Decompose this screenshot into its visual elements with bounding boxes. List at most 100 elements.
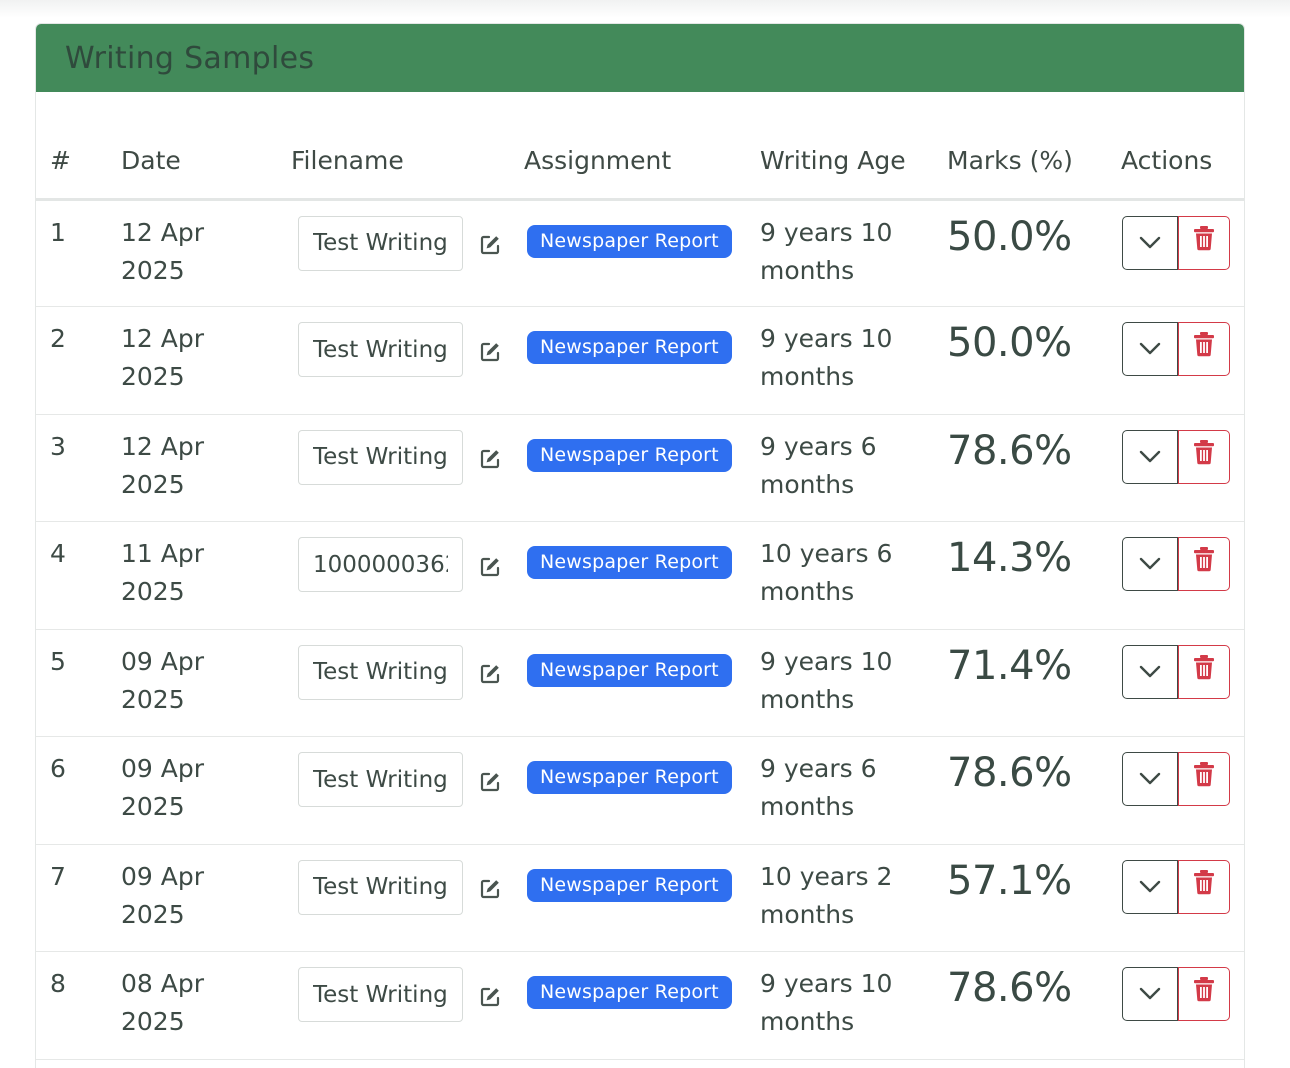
row-actions-cell [1107,844,1244,952]
row-actions-cell [1107,306,1244,415]
delete-button[interactable] [1178,322,1230,376]
filename-input[interactable] [298,429,463,485]
row-assignment-cell: Newspaper Report [509,951,752,1060]
assignment-badge: Newspaper Report [527,653,732,687]
filename-input[interactable] [298,215,463,271]
filename-input[interactable] [298,859,463,915]
marks-value: 78.6% [947,965,1072,1011]
filename-input[interactable] [298,644,463,700]
edit-icon[interactable] [477,446,503,472]
action-button-group [1122,859,1243,914]
trash-icon [1193,975,1215,1013]
assignment-badge: Newspaper Report [527,976,732,1009]
row-filename-cell [276,199,509,307]
action-button-group [1122,967,1243,1021]
expand-button[interactable] [1122,859,1178,914]
marks-value: 14.3% [947,535,1072,581]
row-writing-age: 10 years 2 months [752,844,930,952]
row-date: 08 Apr 2025 [106,951,276,1060]
edit-icon[interactable] [477,876,503,902]
row-marks-cell: 78.6% [930,414,1107,522]
action-button-group [1122,644,1243,699]
table-row: 6 09 Apr 2025 Newspaper Report 9 years 6… [36,736,1244,845]
edit-icon[interactable] [477,232,503,258]
delete-button[interactable] [1178,859,1230,914]
row-marks-cell: 50.0% [930,199,1107,307]
trash-icon [1193,438,1215,476]
header-date: Date [106,92,276,201]
header-marks: Marks (%) [930,92,1107,201]
chevron-down-icon [1138,868,1162,906]
trash-icon [1193,868,1215,906]
row-assignment-cell: Newspaper Report [509,736,752,845]
filename-input[interactable] [298,752,463,807]
trash-icon [1193,760,1215,798]
header-filename: Filename [276,92,509,201]
delete-button[interactable] [1178,537,1230,591]
row-writing-age: 10 years 6 months [752,521,930,630]
row-marks-cell: 78.6% [930,736,1107,845]
delete-button[interactable] [1178,429,1230,484]
row-date: 12 Apr 2025 [106,414,276,522]
table-row: 8 08 Apr 2025 Newspaper Report 9 years 1… [36,951,1244,1060]
table-row: 3 12 Apr 2025 Newspaper Report 9 years 6… [36,414,1244,522]
row-date: 12 Apr 2025 [106,199,276,307]
delete-button[interactable] [1178,215,1230,270]
row-number: 7 [36,844,106,952]
action-button-group [1122,322,1243,376]
assignment-badge: Newspaper Report [527,868,732,902]
row-number: 5 [36,629,106,737]
action-button-group [1122,215,1243,270]
trash-icon [1193,330,1215,368]
card-header: Writing Samples [36,24,1244,92]
expand-button[interactable] [1122,644,1178,699]
expand-button[interactable] [1122,752,1178,806]
expand-button[interactable] [1122,215,1178,270]
row-marks-cell: 71.4% [930,629,1107,737]
delete-button[interactable] [1178,752,1230,806]
table-row: 7 09 Apr 2025 Newspaper Report 10 years … [36,844,1244,952]
row-number: 6 [36,736,106,845]
expand-button[interactable] [1122,967,1178,1021]
expand-button[interactable] [1122,322,1178,376]
row-number: 1 [36,199,106,307]
row-filename-cell [276,629,509,737]
row-actions-cell [1107,199,1244,307]
header-writing-age: Writing Age [752,92,930,201]
row-marks-cell: 57.1% [930,844,1107,952]
assignment-badge: Newspaper Report [527,331,732,364]
filename-input[interactable] [298,967,463,1022]
action-button-group [1122,429,1243,484]
row-date: 11 Apr 2025 [106,521,276,630]
expand-button[interactable] [1122,429,1178,484]
row-filename-cell [276,951,509,1060]
edit-icon[interactable] [477,984,503,1010]
trash-icon [1193,224,1215,262]
edit-icon[interactable] [477,661,503,687]
marks-value: 50.0% [947,213,1072,260]
row-writing-age: 9 years 10 months [752,199,930,307]
row-writing-age: 9 years 10 months [752,306,930,415]
table-body: 1 12 Apr 2025 Newspaper Report 9 years 1… [36,199,1244,1060]
delete-button[interactable] [1178,967,1230,1021]
row-assignment-cell: Newspaper Report [509,199,752,307]
row-filename-cell [276,521,509,630]
table-row: 5 09 Apr 2025 Newspaper Report 9 years 1… [36,629,1244,737]
marks-value: 78.6% [947,750,1072,796]
delete-button[interactable] [1178,644,1230,699]
table-row: 2 12 Apr 2025 Newspaper Report 9 years 1… [36,306,1244,415]
expand-button[interactable] [1122,537,1178,591]
row-assignment-cell: Newspaper Report [509,306,752,415]
action-button-group [1122,752,1243,806]
row-filename-cell [276,306,509,415]
row-date: 09 Apr 2025 [106,844,276,952]
assignment-badge: Newspaper Report [527,438,732,472]
chevron-down-icon [1138,653,1162,691]
marks-value: 57.1% [947,857,1072,904]
filename-input[interactable] [298,322,463,377]
edit-icon[interactable] [477,554,503,580]
filename-input[interactable] [298,537,463,592]
edit-icon[interactable] [477,339,503,365]
row-assignment-cell: Newspaper Report [509,414,752,522]
edit-icon[interactable] [477,769,503,795]
